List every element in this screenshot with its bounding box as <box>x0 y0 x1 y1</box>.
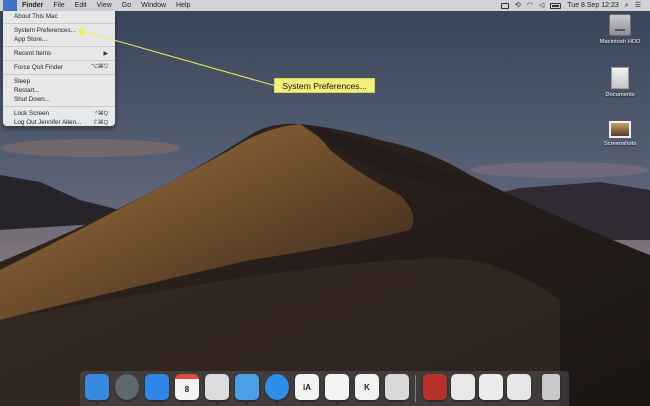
dock-running-indicator <box>336 402 338 404</box>
dock-launchpad-icon[interactable] <box>115 374 139 400</box>
dock-magazine-icon[interactable] <box>423 374 447 400</box>
dock-kiwi-icon[interactable]: K <box>355 374 379 400</box>
dock-running-indicator <box>246 402 248 404</box>
dock-separator <box>415 375 416 402</box>
dock-trash-icon[interactable] <box>542 374 560 400</box>
dock-document-2-icon[interactable] <box>479 374 503 400</box>
dock-slack-icon[interactable] <box>325 374 349 400</box>
desktop-icon-label: Documents <box>605 92 635 98</box>
desktop-icon-label: Screenshots <box>603 141 637 147</box>
dock-safari-icon[interactable] <box>265 374 289 400</box>
dock-running-indicator <box>276 402 278 404</box>
callout-label: System Preferences... <box>274 78 375 93</box>
dock-document-1-icon[interactable] <box>451 374 475 400</box>
desktop-icon-screenshots[interactable]: Screenshots <box>592 121 648 147</box>
dock-running-indicator <box>216 402 218 404</box>
dock-tweetbot-icon[interactable] <box>235 374 259 400</box>
hard-drive-icon <box>609 14 631 36</box>
dock-calendar-icon[interactable]: 8 <box>175 374 199 400</box>
dock-finder-icon[interactable] <box>85 374 109 400</box>
dock-ia-writer-icon[interactable]: iA <box>295 374 319 400</box>
desktop-icon-macintosh-hdd[interactable]: Macintosh HDD <box>592 14 648 45</box>
dock-app-store-icon[interactable] <box>145 374 169 400</box>
desktop-icon-documents[interactable]: Documents <box>592 67 648 98</box>
dock-notes-icon[interactable] <box>385 374 409 400</box>
screenshot-icon <box>609 121 631 138</box>
dock-running-indicator <box>96 402 98 404</box>
dock-document-3-icon[interactable] <box>507 374 531 400</box>
callout-line <box>81 30 277 87</box>
dock-mail-icon[interactable] <box>205 374 229 400</box>
desktop-icon-label: Macintosh HDD <box>599 39 641 45</box>
document-icon <box>611 67 629 89</box>
